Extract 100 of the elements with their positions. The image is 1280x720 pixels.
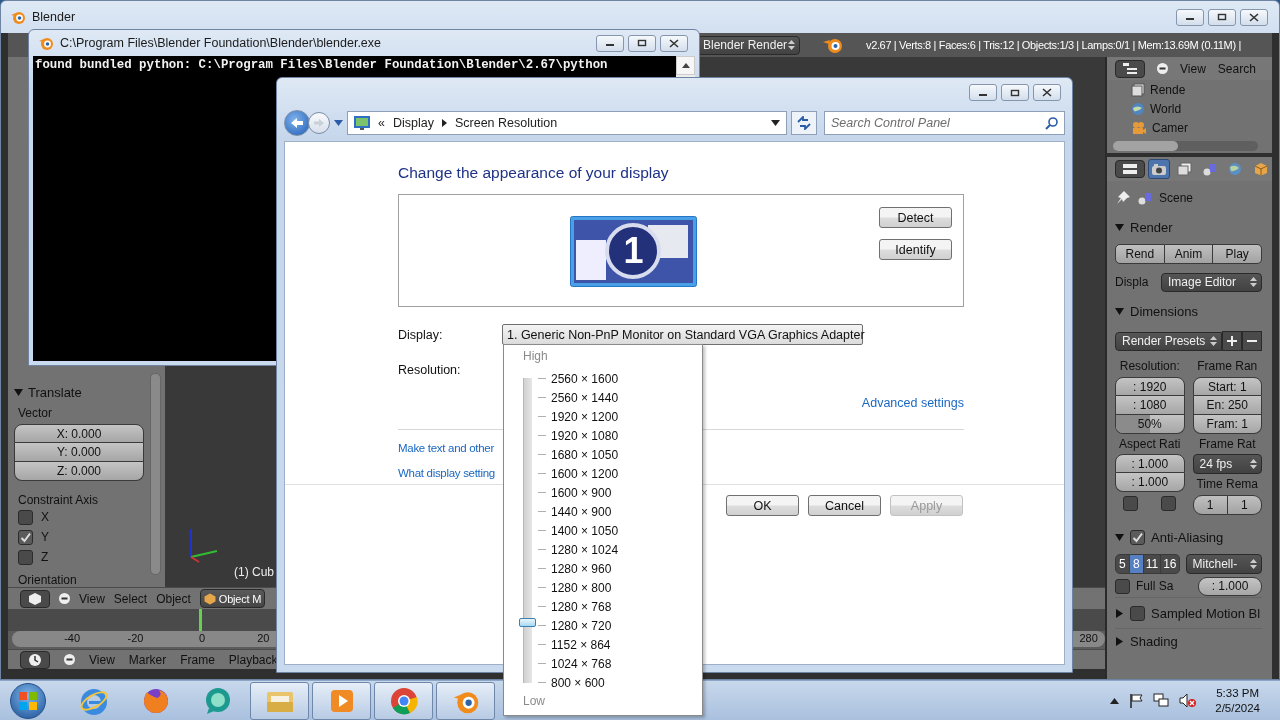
show-hidden-icons-icon[interactable]	[1110, 697, 1120, 704]
menu-item[interactable]: Marker	[128, 652, 167, 667]
number-field[interactable]: : 1.000	[1198, 576, 1262, 596]
outliner-item[interactable]: Camer	[1152, 120, 1188, 135]
number-field[interactable]: Start: 1	[1192, 377, 1262, 396]
checkbox[interactable]	[1161, 495, 1177, 511]
checkbox[interactable]	[1130, 529, 1145, 545]
filter-dropdown[interactable]: Mitchell-	[1185, 554, 1262, 574]
resolution-option[interactable]: 1600 × 1200	[551, 466, 619, 481]
clock[interactable]: 5:33 PM 2/5/2024	[1215, 685, 1260, 716]
render-presets-dropdown[interactable]: Render Presets	[1115, 331, 1222, 351]
menu-item[interactable]: Select	[113, 591, 148, 606]
help-link[interactable]: What display setting	[398, 467, 495, 479]
taskbar-app-button[interactable]	[436, 681, 495, 720]
number-field[interactable]: : 1920	[1115, 377, 1185, 396]
taskbar-app-button[interactable]	[374, 681, 433, 720]
resolution-option[interactable]: 2560 × 1440	[551, 390, 619, 405]
monitor-tile[interactable]: 1	[570, 216, 697, 287]
close-button[interactable]	[1033, 84, 1061, 101]
resolution-option[interactable]: 2560 × 1600	[551, 371, 619, 386]
maximize-button[interactable]	[1208, 8, 1236, 26]
checkbox[interactable]	[18, 509, 33, 525]
display-dropdown[interactable]: Image Editor	[1161, 272, 1262, 292]
editor-type-button[interactable]	[20, 589, 50, 608]
editor-type-button[interactable]	[1115, 59, 1145, 78]
search-field[interactable]: Search Control Panel	[824, 111, 1065, 135]
frame-rate-dropdown[interactable]: 24 fps	[1192, 454, 1262, 474]
number-field[interactable]: Z: 0.000	[14, 462, 144, 481]
flag-icon[interactable]	[1129, 693, 1144, 708]
resolution-option[interactable]: 1280 × 768	[551, 599, 612, 614]
start-button[interactable]	[10, 682, 46, 719]
number-field[interactable]: : 1080	[1115, 396, 1185, 415]
checkbox[interactable]	[18, 549, 33, 565]
resolution-option[interactable]: 1280 × 1024	[551, 542, 619, 557]
resolution-option[interactable]: 1152 × 864	[551, 637, 611, 652]
checkbox[interactable]	[1130, 605, 1145, 621]
minimize-button[interactable]	[1176, 8, 1204, 26]
scroll-up-button[interactable]	[676, 56, 695, 75]
resolution-option[interactable]: 1440 × 900	[551, 504, 612, 519]
mode-dropdown[interactable]: Object M	[199, 589, 266, 608]
breadcrumb-item[interactable]: Screen Resolution	[454, 116, 558, 130]
checkbox[interactable]	[18, 529, 33, 545]
number-field[interactable]: : 1.000	[1115, 473, 1185, 492]
menu-item[interactable]: View	[79, 591, 105, 606]
minimize-button[interactable]	[596, 34, 624, 52]
slider-thumb[interactable]	[519, 618, 536, 627]
breadcrumb-item[interactable]: Display	[392, 116, 434, 130]
add-preset-button[interactable]	[1222, 331, 1242, 351]
number-field[interactable]: X: 0.000	[14, 424, 144, 443]
help-link[interactable]: Make text and other	[398, 442, 494, 454]
taskbar-app-button[interactable]	[250, 681, 309, 720]
menu-item[interactable]: View	[1180, 61, 1206, 76]
resolution-option[interactable]: 800 × 600	[551, 675, 605, 690]
dialog-button[interactable]: OK	[726, 495, 799, 516]
network-icon[interactable]	[1153, 693, 1170, 708]
side-button[interactable]: Identify	[879, 239, 952, 260]
resolution-option[interactable]: 1280 × 960	[551, 561, 612, 576]
menu-item[interactable]: Frame	[180, 652, 215, 667]
close-button[interactable]	[1240, 8, 1268, 26]
refresh-button[interactable]	[791, 111, 817, 135]
resolution-option[interactable]: 1024 × 768	[551, 656, 612, 671]
sample-option[interactable]: 16	[1161, 554, 1180, 574]
checkbox[interactable]	[1123, 495, 1139, 511]
address-bar[interactable]: « Display Screen Resolution	[347, 111, 787, 135]
maximize-button[interactable]	[1001, 84, 1029, 101]
properties-tab[interactable]	[1148, 159, 1171, 179]
editor-type-button[interactable]	[20, 650, 50, 669]
resolution-option[interactable]: 1680 × 1050	[551, 447, 619, 462]
render-button[interactable]: Anim	[1164, 244, 1214, 264]
outliner-item[interactable]: World	[1150, 101, 1182, 116]
editor-type-button[interactable]	[1115, 160, 1145, 178]
resolution-option[interactable]: 1920 × 1080	[551, 428, 619, 443]
render-button[interactable]: Play	[1213, 244, 1262, 264]
number-field[interactable]: 1	[1192, 495, 1228, 515]
menu-item[interactable]: Object	[156, 591, 191, 606]
number-field[interactable]: En: 250	[1192, 396, 1262, 415]
speaker-muted-icon[interactable]	[1179, 693, 1198, 708]
remove-preset-button[interactable]	[1242, 331, 1262, 351]
taskbar-app-button[interactable]	[312, 681, 371, 720]
side-button[interactable]: Detect	[879, 207, 952, 228]
dropdown-arrow-icon[interactable]	[334, 120, 343, 126]
render-button[interactable]: Rend	[1115, 244, 1165, 264]
menu-item[interactable]: Playback	[228, 652, 278, 667]
close-button[interactable]	[660, 34, 688, 52]
number-field[interactable]: Y: 0.000	[14, 443, 144, 462]
resolution-option[interactable]: 1280 × 800	[551, 580, 612, 595]
dialog-button[interactable]: Cancel	[808, 495, 881, 516]
outliner-item[interactable]: Rende	[1150, 82, 1186, 97]
checkbox[interactable]	[1115, 578, 1130, 594]
sample-option[interactable]: 5	[1115, 554, 1130, 574]
back-button[interactable]	[284, 110, 310, 136]
maximize-button[interactable]	[628, 34, 656, 52]
menu-item[interactable]: Search	[1217, 61, 1256, 76]
number-field[interactable]: Fram: 1	[1192, 415, 1262, 434]
resolution-option[interactable]: 1280 × 720	[551, 618, 612, 633]
resolution-option[interactable]: 1600 × 900	[551, 485, 612, 500]
advanced-settings-link[interactable]: Advanced settings	[861, 396, 964, 410]
minimize-button[interactable]	[969, 84, 997, 101]
percentage-slider[interactable]: 50%	[1115, 415, 1185, 434]
forward-button[interactable]	[308, 112, 330, 134]
